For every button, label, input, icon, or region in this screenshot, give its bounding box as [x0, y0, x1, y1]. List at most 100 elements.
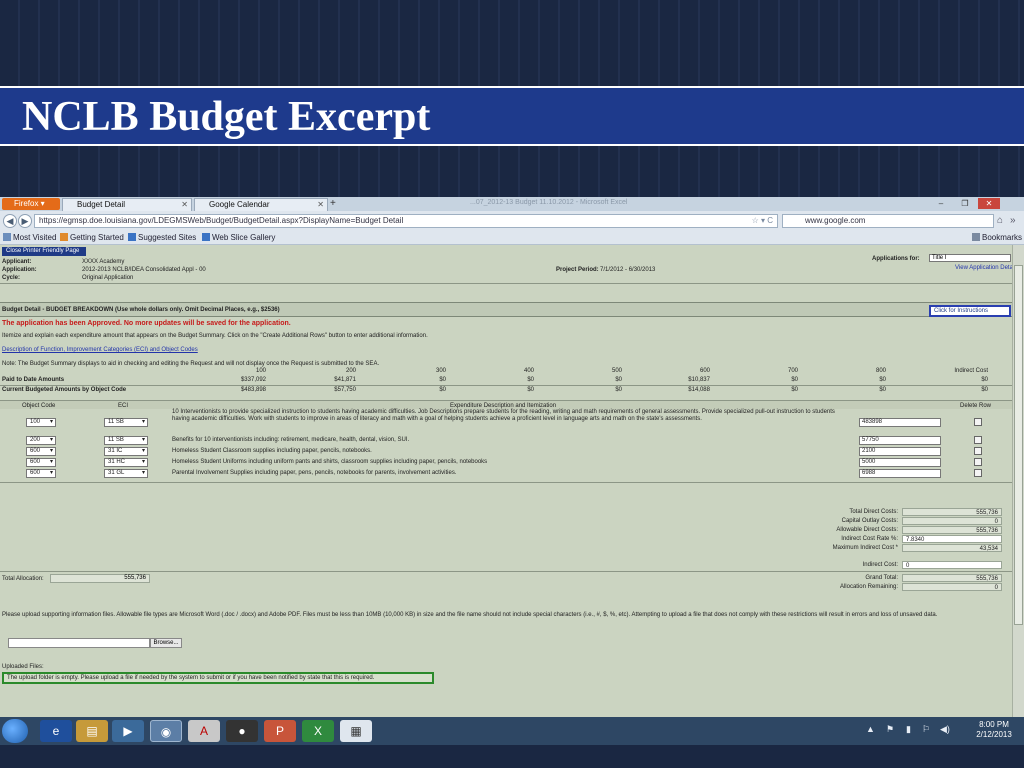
expenditure-description[interactable]: Benefits for 10 interventionists includi… — [172, 437, 852, 444]
object-code-select[interactable]: 200 ▾ — [26, 436, 56, 445]
url-bar[interactable]: https://egmsp.doe.louisiana.gov/LDEGMSWe… — [34, 214, 778, 228]
internet-explorer-icon[interactable]: e — [40, 720, 72, 742]
eci-select[interactable]: 11 SB ▾ — [104, 436, 148, 445]
eci-select[interactable]: 31 GL ▾ — [104, 469, 148, 478]
amount-input[interactable]: 57750 — [859, 436, 941, 445]
indirect-cost-row: Indirect Cost: 0 — [760, 561, 1002, 569]
eci-select[interactable]: 31 IC ▾ — [104, 447, 148, 456]
cycle-label: Cycle: — [2, 275, 21, 281]
search-box[interactable]: www.google.com — [782, 214, 994, 228]
slide-footer-strip — [0, 745, 1024, 768]
tab-google-calendar[interactable]: Google Calendar ✕ — [194, 198, 328, 211]
table-row: 200 ▾ 11 SB ▾ Benefits for 10 intervention… — [0, 436, 1022, 446]
acrobat-icon[interactable]: A — [188, 720, 220, 742]
network-icon[interactable]: ▮ — [906, 724, 911, 735]
powerpoint-icon[interactable]: P — [264, 720, 296, 742]
file-explorer-icon[interactable]: ▤ — [76, 720, 108, 742]
uploaded-files-label: Uploaded Files: — [2, 664, 44, 670]
application-label: Application: — [2, 267, 37, 273]
bookmarks-bar: Most Visited Getting Started Suggested S… — [0, 231, 1024, 245]
expenditure-description[interactable]: 10 Interventionists to provide specializ… — [172, 409, 852, 423]
applications-for-select[interactable]: Title I — [929, 254, 1011, 262]
paid-600: $10,837 — [688, 377, 710, 383]
bookmark-getting-started[interactable]: Getting Started — [60, 231, 124, 245]
firefox-icon[interactable]: ◉ — [150, 720, 182, 742]
firefox-menu-button[interactable]: Firefox ▾ — [2, 198, 60, 210]
bookmarks-menu[interactable]: Bookmarks — [972, 231, 1022, 245]
description-link[interactable]: Description of Function, Improvement Cat… — [2, 346, 198, 354]
code-700: 700 — [787, 368, 798, 374]
applicant-value: XXXX Academy — [82, 259, 125, 265]
amount-input[interactable]: 483898 — [859, 418, 941, 427]
delete-row-checkbox[interactable] — [974, 458, 982, 466]
camera-icon[interactable]: ● — [226, 720, 258, 742]
delete-row-checkbox[interactable] — [974, 469, 982, 477]
approved-message: The application has been Approved. No mo… — [2, 320, 291, 327]
close-tab-icon[interactable]: ✕ — [317, 199, 324, 211]
delete-row-checkbox[interactable] — [974, 418, 982, 426]
eci-select[interactable]: 11 SB ▾ — [104, 418, 148, 427]
expenditure-description[interactable]: Parental Involvement Supplies including … — [172, 470, 852, 477]
file-path-input[interactable] — [8, 638, 150, 648]
table-row: 100 ▾ 11 SB ▾ 10 Interventionists to provi… — [0, 409, 1022, 437]
divider — [0, 571, 1022, 572]
budgeted-200: $57,750 — [334, 387, 356, 393]
eci-select[interactable]: 31 HC ▾ — [104, 458, 148, 467]
budgeted-row: Current Budgeted Amounts by Object Code … — [0, 385, 1022, 394]
start-button-icon[interactable] — [2, 719, 28, 743]
expenditure-description[interactable]: Homeless Student Uniforms including unif… — [172, 459, 852, 466]
delete-row-checkbox[interactable] — [974, 447, 982, 455]
firefox-icon — [60, 233, 68, 241]
volume-icon[interactable]: ◀) — [940, 724, 950, 735]
calculator-icon[interactable]: ▦ — [340, 720, 372, 742]
divider — [0, 283, 1022, 284]
new-tab-button[interactable]: + — [330, 198, 336, 210]
page-content: Close Printer Friendly Page Applicant: X… — [0, 245, 1024, 720]
budgeted-700: $0 — [791, 387, 798, 393]
bookmark-star-icon[interactable]: ☆ ▾ C — [752, 215, 773, 227]
close-window-button[interactable]: ✕ — [978, 198, 1000, 209]
vertical-scrollbar[interactable] — [1012, 245, 1024, 720]
budgeted-600: $14,088 — [688, 387, 710, 393]
home-icon[interactable]: ⌂ — [997, 215, 1003, 226]
back-arrow-icon[interactable]: ◀ — [3, 214, 17, 228]
object-code-select[interactable]: 600 ▾ — [26, 447, 56, 456]
total-direct-costs: Total Direct Costs: 555,736 — [760, 508, 1002, 516]
table-row: 600 ▾ 31 HC ▾ Homeless Student Uniforms in… — [0, 458, 1022, 468]
object-code-select[interactable]: 600 ▾ — [26, 458, 56, 467]
upload-instructions: Please upload supporting information fil… — [2, 612, 938, 618]
expenditure-description[interactable]: Homeless Student Classroom supplies incl… — [172, 448, 852, 455]
bookmark-most-visited[interactable]: Most Visited — [3, 231, 56, 245]
browse-button[interactable]: Browse... — [150, 638, 182, 648]
indirect-cost-input[interactable]: 0 — [902, 561, 1002, 569]
code-indirect: Indirect Cost — [954, 368, 988, 374]
media-player-icon[interactable]: ▶ — [112, 720, 144, 742]
amount-input[interactable]: 2100 — [859, 447, 941, 456]
system-clock[interactable]: 8:00 PM 2/12/2013 — [968, 720, 1020, 740]
amount-input[interactable]: 5000 — [859, 458, 941, 467]
application-value: 2012-2013 NCLB/IDEA Consolidated Appl - … — [82, 267, 206, 273]
restore-button[interactable]: ❐ — [954, 198, 976, 209]
close-printer-friendly-button[interactable]: Close Printer Friendly Page — [2, 247, 86, 256]
tab-budget-detail[interactable]: Budget Detail ✕ — [62, 198, 192, 211]
amount-input[interactable]: 6988 — [859, 469, 941, 478]
tray-arrow-icon[interactable]: ▲ — [866, 724, 875, 734]
tray-app-icon[interactable]: ⚑ — [886, 724, 894, 735]
close-tab-icon[interactable]: ✕ — [181, 199, 188, 211]
flag-icon[interactable]: ⚐ — [922, 724, 930, 735]
bookmark-suggested-sites[interactable]: Suggested Sites — [128, 231, 196, 245]
menu-arrow-icon[interactable]: » — [1010, 215, 1016, 226]
excel-icon[interactable]: X — [302, 720, 334, 742]
view-details-link[interactable]: View Application Details — [955, 264, 1019, 272]
paid-200: $41,871 — [334, 377, 356, 383]
delete-row-checkbox[interactable] — [974, 436, 982, 444]
instructions-button[interactable]: Click for Instructions — [929, 305, 1011, 317]
object-code-select[interactable]: 600 ▾ — [26, 469, 56, 478]
applications-for-label: Applications for: — [872, 256, 920, 262]
code-600: 600 — [699, 368, 710, 374]
minimize-button[interactable]: – — [930, 198, 952, 209]
object-code-select[interactable]: 100 ▾ — [26, 418, 56, 427]
scrollbar-thumb[interactable] — [1014, 265, 1023, 625]
forward-arrow-icon[interactable]: ▶ — [18, 214, 32, 228]
bookmark-web-slice-gallery[interactable]: Web Slice Gallery — [202, 231, 275, 245]
